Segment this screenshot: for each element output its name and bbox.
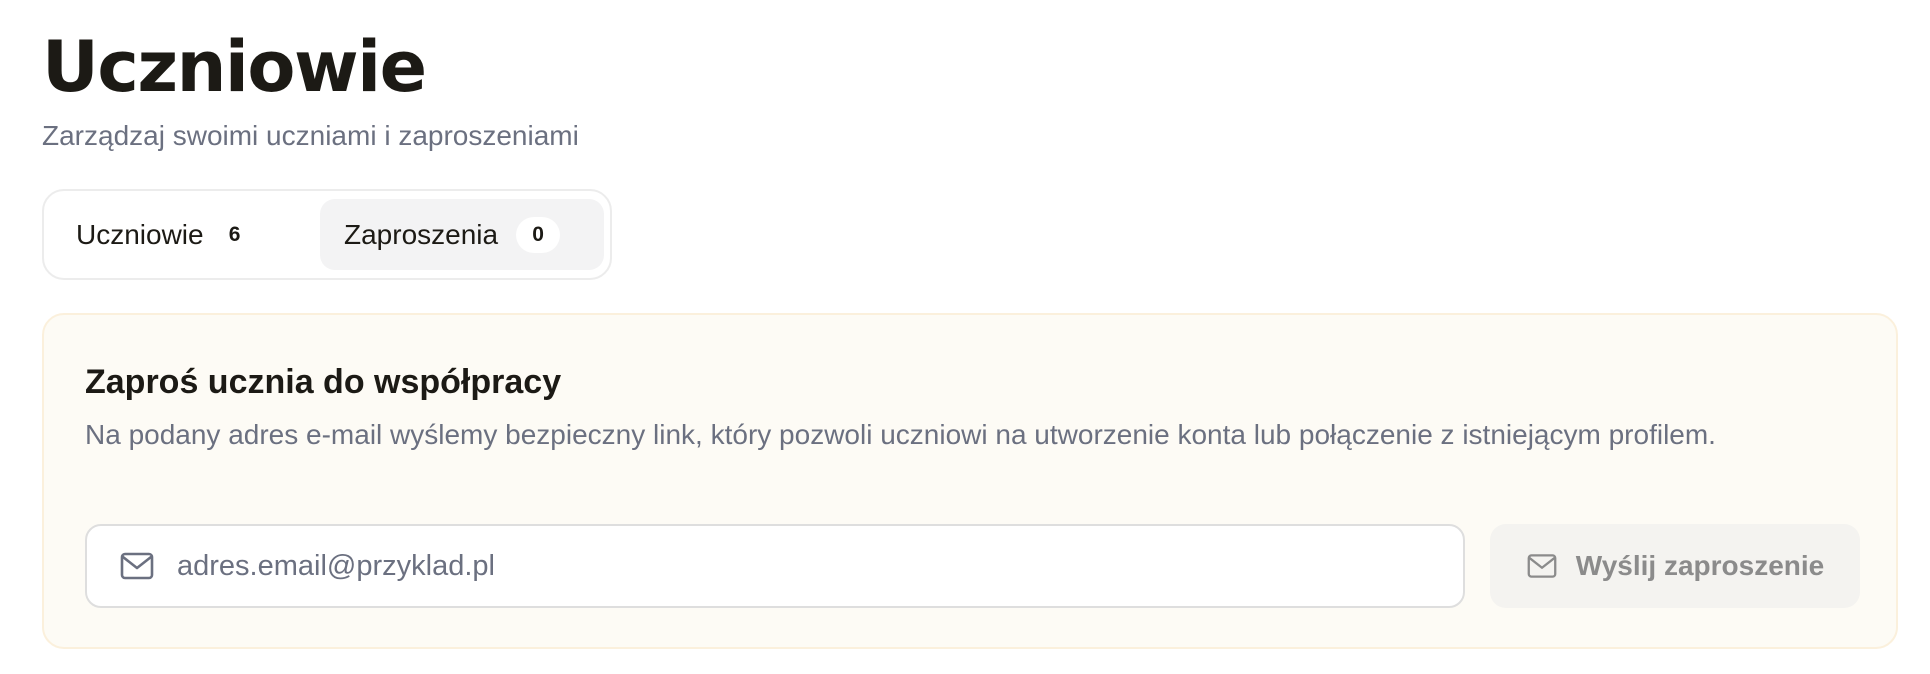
- invite-card: Zaproś ucznia do współpracy Na podany ad…: [42, 313, 1898, 649]
- tab-invitations[interactable]: Zaproszenia 0: [320, 199, 604, 270]
- invite-title: Zaproś ucznia do współpracy: [85, 363, 562, 401]
- tabs-container: Uczniowie 6 Zaproszenia 0: [42, 189, 612, 280]
- email-field[interactable]: [85, 524, 1465, 608]
- tab-students-count: 6: [228, 222, 241, 246]
- tab-invitations-label: Zaproszenia: [344, 218, 499, 250]
- tab-students[interactable]: Uczniowie 6: [52, 199, 314, 270]
- mail-icon: [119, 551, 155, 581]
- email-input[interactable]: [177, 536, 1463, 596]
- mail-icon: [1526, 552, 1558, 580]
- invite-description: Na podany adres e-mail wyślemy bezpieczn…: [85, 419, 1716, 450]
- tab-students-label: Uczniowie: [76, 218, 204, 250]
- tab-invitations-count: 0: [516, 216, 561, 253]
- page-subtitle: Zarządzaj swoimi uczniami i zaproszeniam…: [42, 120, 579, 151]
- send-invite-button[interactable]: Wyślij zaproszenie: [1490, 524, 1860, 608]
- send-invite-label: Wyślij zaproszenie: [1575, 550, 1825, 581]
- page-title: Uczniowie: [42, 26, 427, 108]
- students-page: Uczniowie Zarządzaj swoimi uczniami i za…: [0, 0, 1930, 674]
